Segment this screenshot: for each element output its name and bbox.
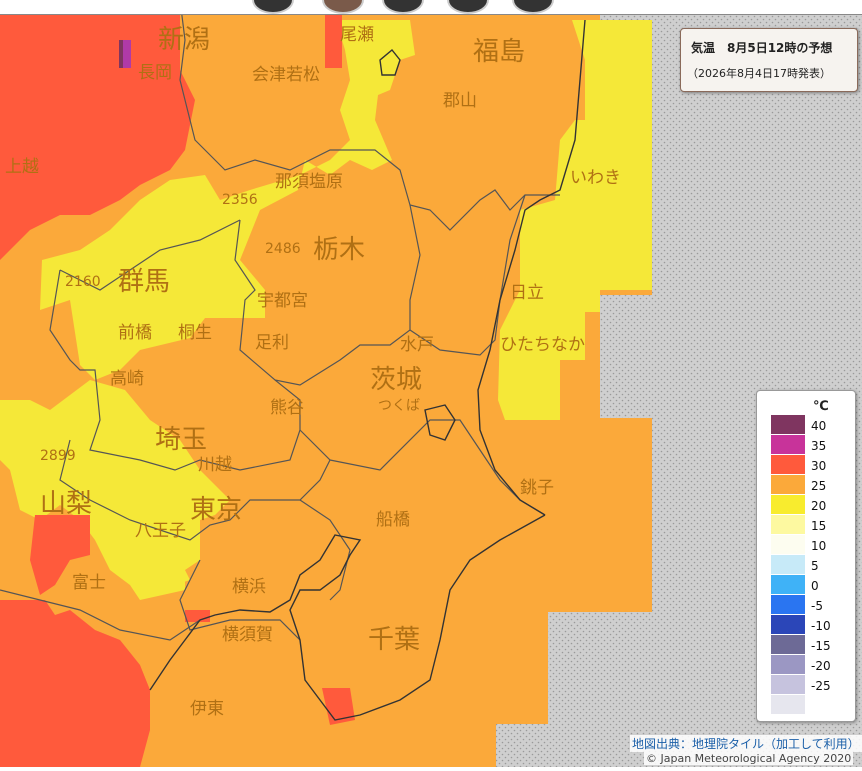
label-oze: 尾瀬 [340,25,374,45]
legend-label: 40 [811,419,827,433]
label-kumagaya: 熊谷 [270,398,304,418]
top-toolbar [0,0,862,15]
label-takasaki: 高崎 [110,369,144,389]
legend-swatch [771,615,805,634]
label-nasu: 那須塩原 [275,172,343,192]
label-ashikaga: 足利 [255,333,289,353]
label-hachioji: 八王子 [135,521,186,541]
label-elev-2160: 2160 [65,274,101,290]
label-chiba: 千葉 [368,625,420,655]
legend-label: -15 [811,639,831,653]
label-hitachi: 日立 [510,283,544,303]
label-fuji: 富士 [72,573,106,593]
copyright: © Japan Meteorological Agency 2020 [644,752,854,765]
legend-swatch [771,635,805,654]
legend-label: 10 [811,539,827,553]
label-funabashi: 船橋 [376,510,410,530]
toolbar-button-1[interactable] [252,0,294,14]
legend-label: 15 [811,519,827,533]
label-ibaraki: 茨城 [370,365,422,395]
label-yamanashi: 山梨 [40,489,92,519]
label-mito: 水戸 [400,335,434,355]
legend-swatch [771,455,805,474]
toolbar-button-3[interactable] [382,0,424,14]
temperature-legend: ℃ 40 35 30 25 20 15 10 5 0 -5 -10 -15 -20 -25 [756,390,856,722]
label-saitama: 埼玉 [155,425,207,455]
legend-label: 0 [811,579,819,593]
label-maebashi: 前橋 [118,323,152,343]
legend-unit: ℃ [813,399,829,414]
legend-label: 20 [811,499,827,513]
legend-label: 35 [811,439,827,453]
legend-swatch [771,475,805,494]
label-elev-2356: 2356 [222,192,258,208]
legend-label: -20 [811,659,831,673]
forecast-issued: （2026年8月4日17時発表） [687,67,831,80]
toolbar-button-2[interactable] [322,0,364,14]
label-yokosuka: 横須賀 [222,625,273,645]
label-ito: 伊東 [190,699,224,719]
legend-label: 30 [811,459,827,473]
label-gunma: 群馬 [118,267,170,297]
legend-swatch [771,555,805,574]
legend-swatch [771,435,805,454]
legend-label: -5 [811,599,823,613]
legend-swatch [771,595,805,614]
label-tochigi: 栃木 [313,235,365,265]
legend-swatch [771,495,805,514]
legend-label: -25 [811,679,831,693]
map-canvas[interactable]: 新潟 長岡 上越 福島 郡山 いわき 会津若松 那須塩原 栃木 宇都宮 群馬 前… [0,0,862,767]
legend-label: -10 [811,619,831,633]
map-tile-credit[interactable]: 地図出典：地理院タイル（加工して利用） [630,735,862,752]
label-iwaki: いわき [570,168,621,188]
toolbar-button-5[interactable] [512,0,554,14]
label-elev-2486: 2486 [265,241,301,257]
legend-swatch [771,515,805,534]
forecast-title-box: 気温 8月5日12時の予想 （2026年8月4日17時発表） [680,28,858,92]
legend-swatch [771,655,805,674]
label-fukushima: 福島 [473,37,525,67]
legend-swatch [771,695,805,714]
label-nagaoka: 長岡 [138,63,172,83]
label-aizu: 会津若松 [252,65,320,85]
label-utsunomiya: 宇都宮 [257,291,308,311]
legend-label: 25 [811,479,827,493]
legend-swatch [771,415,805,434]
legend-label: 5 [811,559,819,573]
legend-swatch [771,535,805,554]
legend-swatch [771,575,805,594]
legend-swatch [771,675,805,694]
label-kawagoe: 川越 [198,455,232,475]
label-kiryu: 桐生 [178,323,212,343]
label-koriyama: 郡山 [443,91,477,111]
label-tokyo: 東京 [190,495,242,525]
forecast-title: 気温 8月5日12時の予想 [691,41,833,55]
temperature-map[interactable]: 新潟 長岡 上越 福島 郡山 いわき 会津若松 那須塩原 栃木 宇都宮 群馬 前… [0,0,862,767]
label-tsukuba: つくば [378,398,420,414]
toolbar-button-4[interactable] [447,0,489,14]
label-yokohama: 横浜 [232,577,266,597]
label-choshi: 銚子 [520,478,554,498]
label-niigata: 新潟 [158,25,210,55]
label-elev-2899: 2899 [40,448,76,464]
label-hitachinaka: ひたちなか [500,335,585,355]
label-joetsu: 上越 [5,157,39,177]
